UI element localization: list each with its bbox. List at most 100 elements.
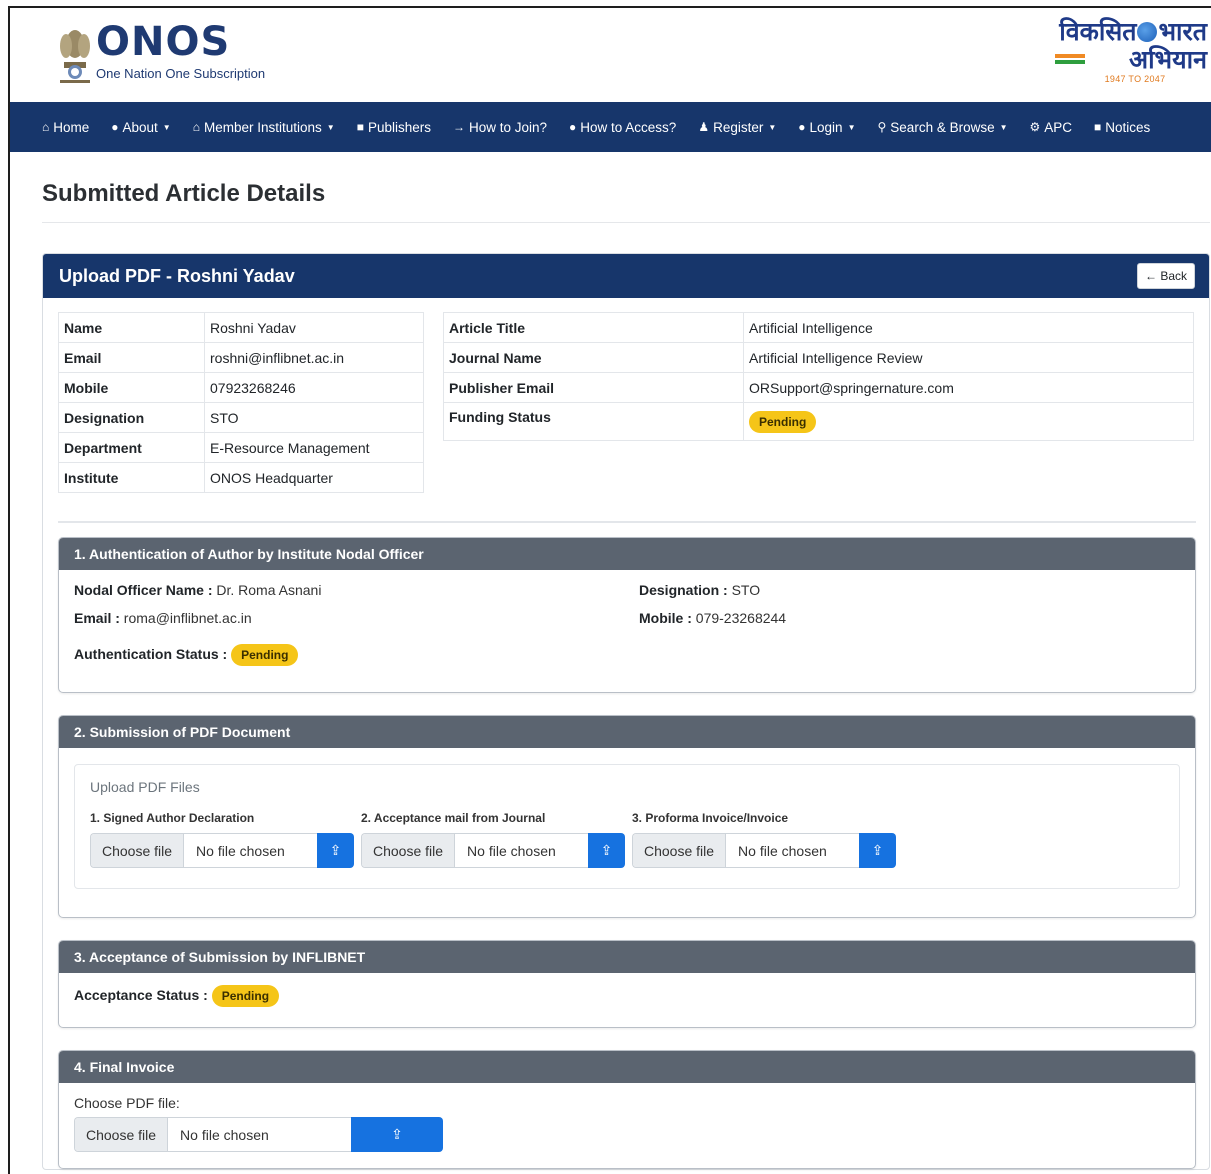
nodal-designation: STO bbox=[731, 582, 761, 598]
nav-how-to-access[interactable]: ● How to Access? bbox=[569, 120, 676, 135]
table-row: Article Title Artificial Intelligence bbox=[443, 312, 1194, 343]
file-status: No file chosen bbox=[467, 842, 556, 859]
upload-files-box: Upload PDF Files 1. Signed Author Declar… bbox=[74, 764, 1180, 889]
main-content: Submitted Article Details Upload PDF - R… bbox=[10, 180, 1211, 1170]
file-status: No file chosen bbox=[180, 1126, 269, 1143]
article-value: Artificial Intelligence Review bbox=[743, 342, 1194, 373]
article-key: Article Title bbox=[443, 312, 744, 343]
author-key: Institute bbox=[58, 462, 205, 493]
file-group: Choose file No file chosen ⇪ bbox=[361, 833, 632, 868]
file-status: No file chosen bbox=[738, 842, 827, 859]
acceptance-status-field: Acceptance Status : Pending bbox=[74, 985, 1180, 1007]
file-input[interactable]: Choose file No file chosen bbox=[361, 833, 588, 868]
section-header: 2. Submission of PDF Document bbox=[59, 716, 1195, 748]
upload-pdf-card: Upload PDF - Roshni Yadav ← Back Name Ros… bbox=[42, 253, 1210, 1170]
file-input[interactable]: Choose file No file chosen bbox=[632, 833, 859, 868]
author-key: Name bbox=[58, 312, 205, 343]
file-input[interactable]: Choose file No file chosen bbox=[90, 833, 317, 868]
upload-columns: 1. Signed Author Declaration Choose file… bbox=[90, 811, 1164, 868]
viksit-bharat-logo: विकसित भारत अभियान 1947 TO 2047 bbox=[1047, 18, 1207, 94]
card-title: Upload PDF - Roshni Yadav bbox=[59, 265, 295, 286]
section-header: 3. Acceptance of Submission by INFLIBNET bbox=[59, 941, 1195, 973]
site-header: ONOS One Nation One Subscription विकसित भ… bbox=[10, 8, 1211, 102]
nav-notices[interactable]: ■ Notices bbox=[1094, 120, 1150, 135]
book-icon: ■ bbox=[356, 120, 364, 134]
question-circle-icon: ● bbox=[569, 120, 577, 134]
author-value: roshni@inflibnet.ac.in bbox=[204, 342, 424, 373]
viksit-bharat-years: 1947 TO 2047 bbox=[1104, 74, 1166, 84]
institution-icon: ⌂ bbox=[192, 120, 200, 134]
choose-pdf-label: Choose PDF file: bbox=[74, 1095, 180, 1111]
nodal-email: roma@inflibnet.ac.in bbox=[123, 610, 252, 626]
author-value: STO bbox=[204, 402, 424, 433]
upload-button[interactable]: ⇪ bbox=[351, 1117, 443, 1152]
file-input[interactable]: Choose file No file chosen bbox=[74, 1117, 351, 1152]
nav-register[interactable]: ♟ Register ▼ bbox=[698, 120, 776, 135]
notice-icon: ■ bbox=[1094, 120, 1102, 134]
nav-apc[interactable]: ⚙ APC bbox=[1030, 120, 1073, 135]
table-row: Funding Status Pending bbox=[443, 402, 1194, 441]
browser-viewport: ONOS One Nation One Subscription विकसित भ… bbox=[8, 6, 1211, 1174]
field-label: Nodal Officer Name : bbox=[74, 582, 213, 598]
nav-member-institutions[interactable]: ⌂ Member Institutions ▼ bbox=[193, 120, 335, 135]
upload-button[interactable]: ⇪ bbox=[317, 833, 354, 868]
upload-button[interactable]: ⇪ bbox=[588, 833, 625, 868]
nav-home[interactable]: ⌂ Home bbox=[42, 120, 89, 135]
choose-file-button[interactable]: Choose file bbox=[75, 1118, 169, 1151]
chevron-down-icon: ▼ bbox=[326, 122, 335, 132]
table-row: Name Roshni Yadav bbox=[58, 312, 424, 343]
chevron-down-icon: ▼ bbox=[999, 122, 1008, 132]
viksit-bharat-line2: अभियान bbox=[1047, 46, 1207, 74]
upload-author-declaration: 1. Signed Author Declaration Choose file… bbox=[90, 811, 361, 868]
field-label: Authentication Status : bbox=[74, 646, 228, 662]
nav-about[interactable]: ● About ▼ bbox=[111, 120, 170, 135]
author-value: ONOS Headquarter bbox=[204, 462, 424, 493]
section-body: Choose PDF file: Choose file No file cho… bbox=[59, 1083, 1195, 1168]
file-group: Choose file No file chosen ⇪ bbox=[74, 1117, 1180, 1152]
author-key: Email bbox=[58, 342, 205, 373]
viksit-bharat-line1: विकसित भारत bbox=[1059, 17, 1207, 46]
field-label: Email : bbox=[74, 610, 120, 626]
choose-file-button[interactable]: Choose file bbox=[362, 834, 456, 867]
back-button[interactable]: ← Back bbox=[1136, 263, 1195, 289]
national-emblem-icon bbox=[60, 30, 90, 83]
table-row: Journal Name Artificial Intelligence Revi… bbox=[443, 342, 1194, 373]
nodal-mobile: 079-23268244 bbox=[695, 610, 787, 626]
final-invoice-section: 4. Final Invoice Choose PDF file: Choose… bbox=[58, 1050, 1196, 1169]
nav-how-to-join[interactable]: → How to Join? bbox=[453, 120, 547, 135]
search-icon: ⚲ bbox=[877, 120, 887, 134]
file-group: Choose file No file chosen ⇪ bbox=[90, 833, 361, 868]
logo-title: ONOS bbox=[96, 19, 231, 65]
author-value: E-Resource Management bbox=[204, 432, 424, 463]
article-details-table: Article Title Artificial Intelligence Jou… bbox=[443, 312, 1194, 441]
choose-file-button[interactable]: Choose file bbox=[633, 834, 727, 867]
table-row: Institute ONOS Headquarter bbox=[58, 462, 424, 493]
acceptance-section: 3. Acceptance of Submission by INFLIBNET… bbox=[58, 940, 1196, 1028]
choose-file-button[interactable]: Choose file bbox=[91, 834, 185, 867]
table-row: Email roshni@inflibnet.ac.in bbox=[58, 342, 424, 373]
article-key: Publisher Email bbox=[443, 372, 744, 403]
nav-login[interactable]: ● Login ▼ bbox=[798, 120, 855, 135]
info-circle-icon: ● bbox=[111, 120, 119, 134]
site-logo[interactable]: ONOS One Nation One Subscription bbox=[96, 22, 265, 81]
upload-label: 3. Proforma Invoice/Invoice bbox=[632, 811, 789, 825]
chevron-down-icon: ▼ bbox=[847, 122, 856, 132]
author-key: Department bbox=[58, 432, 205, 463]
acceptance-status-badge: Pending bbox=[211, 985, 280, 1007]
field-label: Acceptance Status : bbox=[74, 987, 208, 1003]
author-key: Mobile bbox=[58, 372, 205, 403]
nav-search-browse[interactable]: ⚲ Search & Browse ▼ bbox=[878, 120, 1008, 135]
upload-acceptance-mail: 2. Acceptance mail from Journal Choose f… bbox=[361, 811, 632, 868]
upload-label: 1. Signed Author Declaration bbox=[90, 811, 255, 825]
logo-tagline: One Nation One Subscription bbox=[96, 66, 266, 81]
table-row: Department E-Resource Management bbox=[58, 432, 424, 463]
authentication-section: 1. Authentication of Author by Institute… bbox=[58, 537, 1196, 693]
authentication-status-badge: Pending bbox=[231, 644, 299, 666]
upload-proforma-invoice: 3. Proforma Invoice/Invoice Choose file … bbox=[632, 811, 903, 868]
article-value: ORSupport@springernature.com bbox=[743, 372, 1194, 403]
table-row: Publisher Email ORSupport@springernature.… bbox=[443, 372, 1194, 403]
nav-publishers[interactable]: ■ Publishers bbox=[357, 120, 431, 135]
upload-button[interactable]: ⇪ bbox=[859, 833, 896, 868]
sign-in-icon: → bbox=[452, 120, 465, 134]
section-header: 4. Final Invoice bbox=[59, 1051, 1195, 1083]
